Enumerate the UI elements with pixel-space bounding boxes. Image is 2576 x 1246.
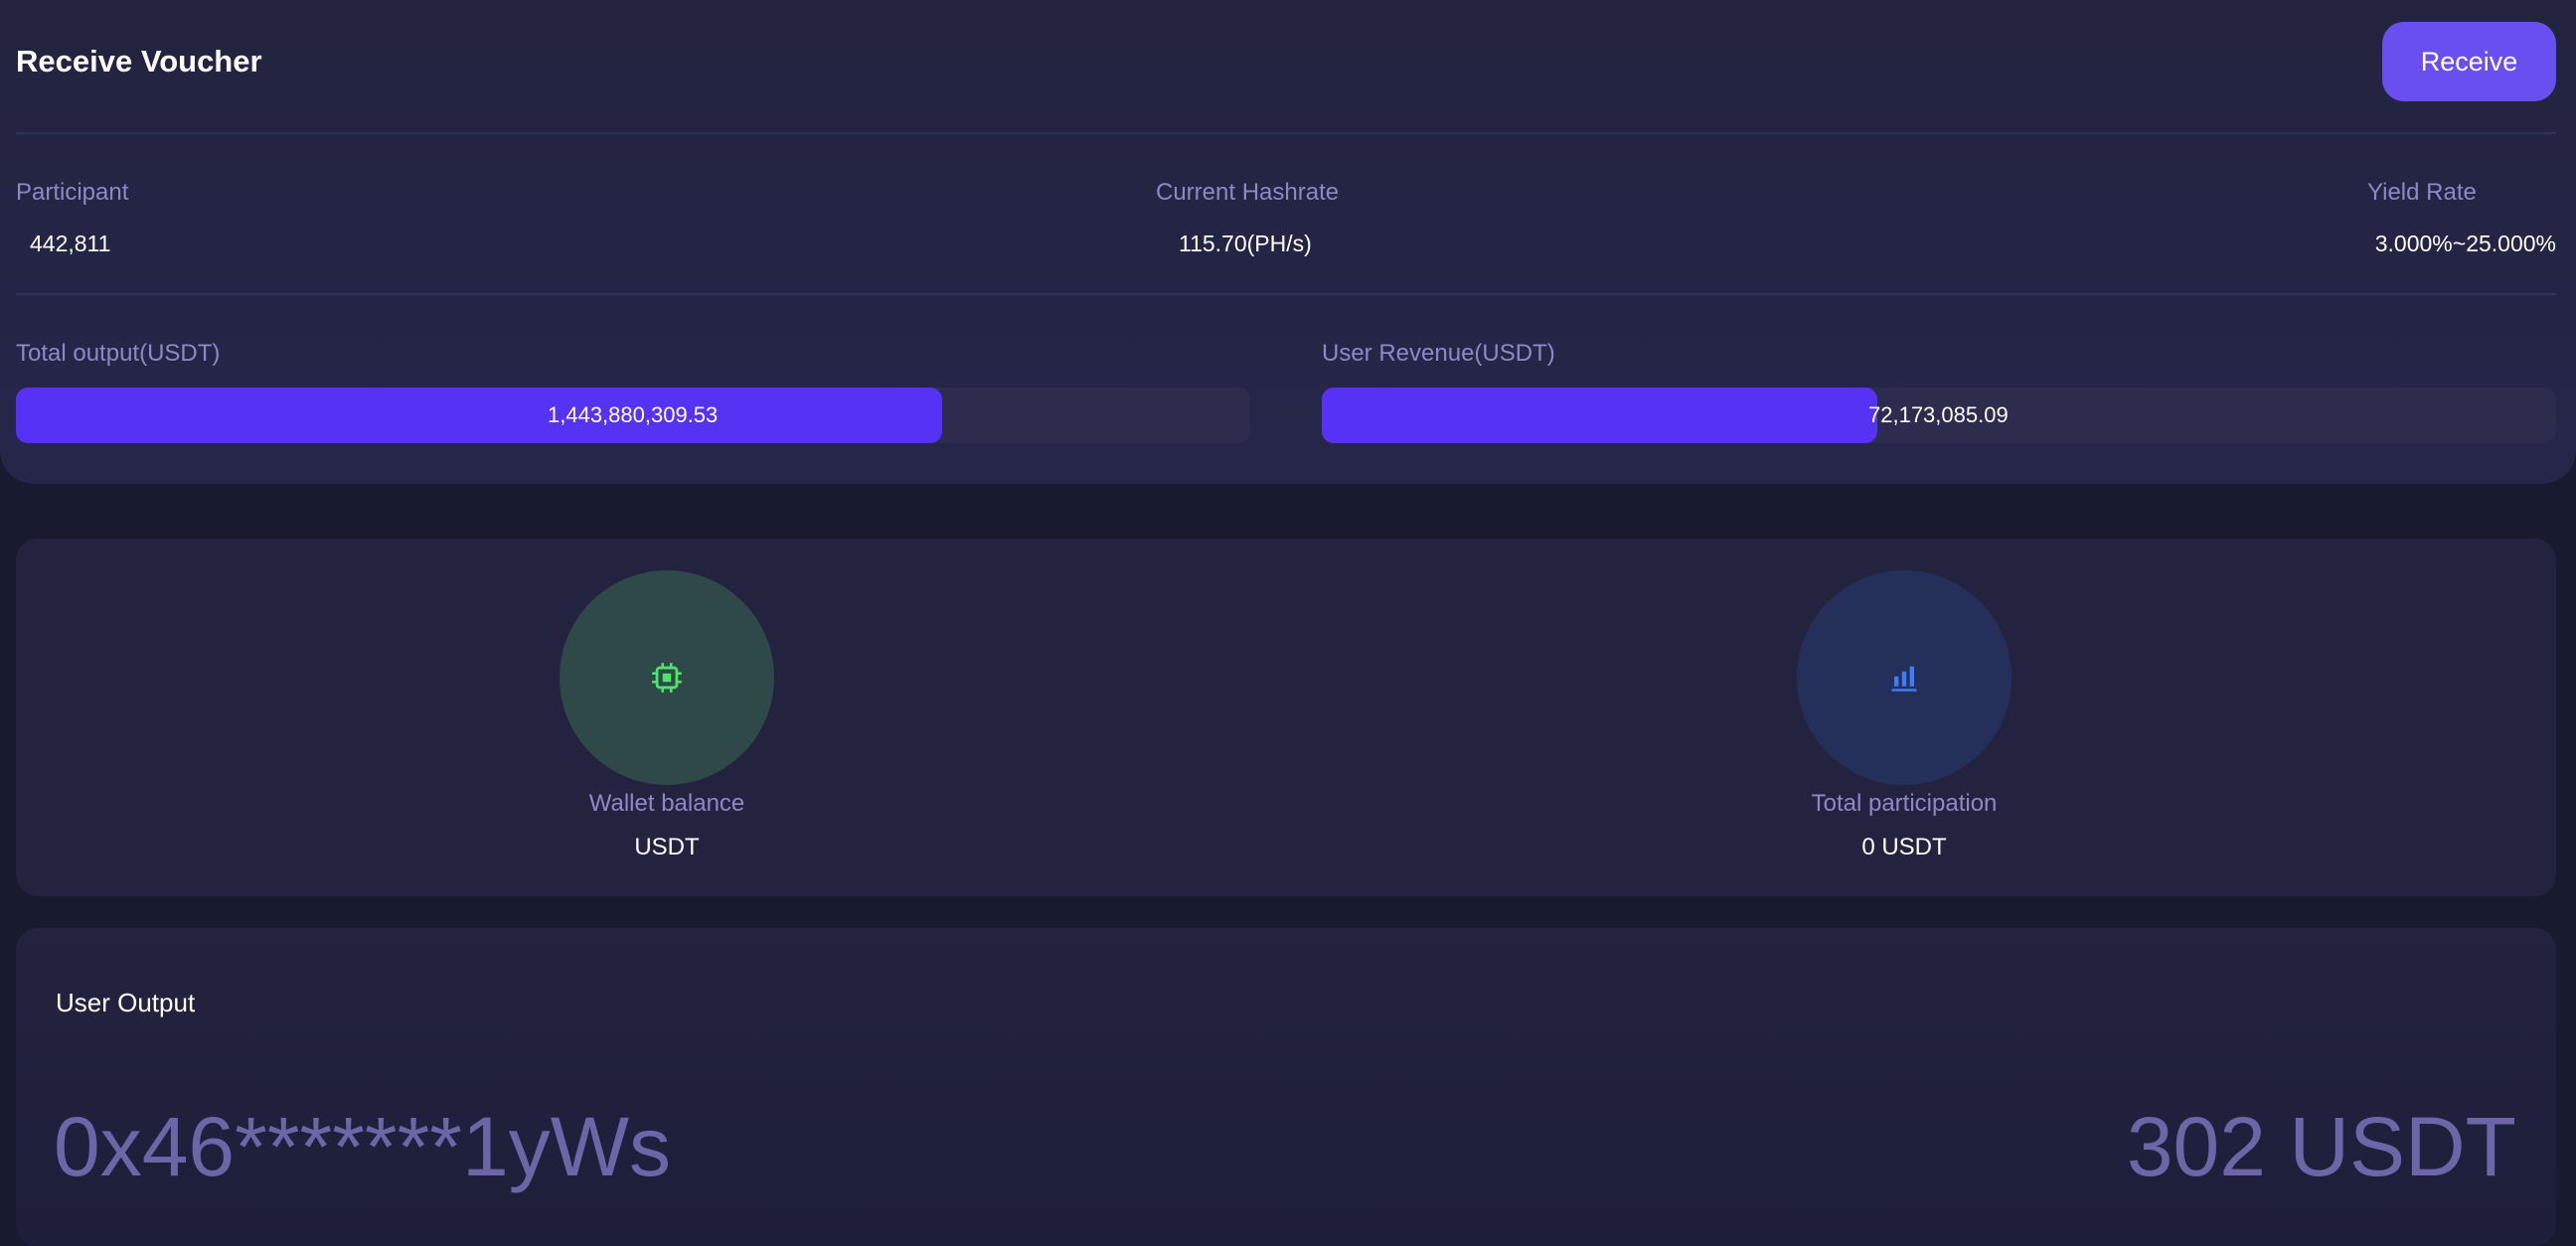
participant-value: 442,811 — [30, 231, 111, 256]
page-title: Receive Voucher — [16, 44, 262, 78]
wallet-balance-label: Wallet balance — [588, 790, 745, 817]
user-revenue-bar: 72,173,085.09 — [1322, 388, 2556, 443]
user-output-card: User Output 0x46*******1yWs 302 USDT — [16, 928, 2556, 1246]
divider — [16, 132, 2556, 134]
summary-card: Receive Voucher Receive Participant 442,… — [0, 0, 2576, 484]
yield-label: Yield Rate — [2367, 179, 2477, 206]
header: Receive Voucher Receive — [16, 22, 2556, 101]
total-output-bar: 1,443,880,309.53 — [16, 388, 1250, 443]
hashrate-value: 115.70(PH/s) — [1179, 231, 1312, 256]
user-revenue-value: 72,173,085.09 — [1868, 402, 2009, 427]
yield-value: 3.000%~25.000% — [2374, 231, 2556, 256]
output-address: 0x46*******1yWs — [54, 1100, 671, 1193]
participant-label: Participant — [16, 179, 129, 206]
divider — [16, 293, 2556, 295]
user-revenue-label: User Revenue(USDT) — [1322, 340, 1555, 367]
total-participation-label: Total participation — [1811, 790, 1998, 817]
participation-icon-circle — [1797, 570, 2012, 785]
bar-chart-icon — [1891, 666, 1917, 692]
wallet-icon-circle — [560, 570, 774, 785]
total-output-label: Total output(USDT) — [16, 340, 221, 367]
user-revenue-fill — [1322, 388, 1877, 443]
output-amount: 302 USDT — [2126, 1100, 2516, 1193]
total-output-value: 1,443,880,309.53 — [548, 402, 719, 427]
total-output-fill — [16, 388, 942, 443]
hashrate-label: Current Hashrate — [1156, 179, 1340, 206]
total-participation-value: 0 USDT — [1861, 834, 1947, 860]
user-output-title: User Output — [56, 988, 196, 1017]
balance-card: Wallet balance USDT Total participation … — [16, 539, 2556, 896]
chip-icon — [652, 663, 682, 693]
wallet-balance-value: USDT — [634, 834, 700, 860]
receive-button[interactable]: Receive — [2382, 22, 2556, 101]
